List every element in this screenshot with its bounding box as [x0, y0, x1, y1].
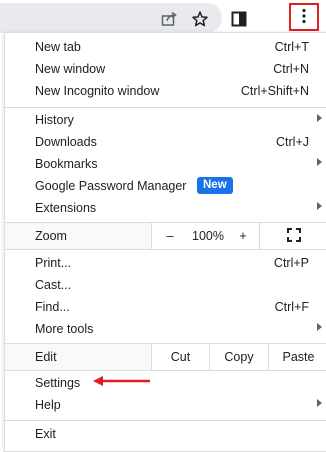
menu-item-label: New tab	[35, 40, 81, 54]
submenu-arrow-icon	[317, 399, 322, 407]
submenu-arrow-icon	[317, 158, 322, 166]
new-badge: New	[197, 177, 233, 194]
menu-item-label: Settings	[35, 376, 81, 390]
zoom-level: 100%	[188, 223, 228, 249]
separator	[5, 370, 326, 371]
menu-item-label: More tools	[35, 322, 94, 336]
menu-item-label: Find...	[35, 300, 70, 314]
menu-item-label: Extensions	[35, 201, 97, 215]
fullscreen-icon	[287, 227, 301, 245]
cut-label: Cut	[170, 350, 191, 364]
separator	[5, 107, 326, 108]
cut-button[interactable]: Cut	[151, 344, 209, 370]
menu-item-label: New Incognito window	[35, 84, 160, 98]
paste-button[interactable]: Paste	[268, 344, 326, 370]
menu-item-bookmarks[interactable]: Bookmarks	[5, 153, 326, 175]
menu-item-label: Cast...	[35, 278, 72, 292]
menu-item-shortcut: Ctrl+N	[273, 62, 309, 76]
submenu-arrow-icon	[317, 323, 322, 331]
menu-item-shortcut: Ctrl+F	[274, 300, 309, 314]
zoom-level-value: 100%	[192, 229, 224, 243]
zoom-label: Zoom	[35, 229, 67, 243]
menu-item-extensions[interactable]: Extensions	[5, 197, 326, 219]
separator	[5, 420, 326, 421]
menu-item-label: Help	[35, 398, 61, 412]
three-dots-menu-icon	[301, 8, 307, 27]
menu-item-google-password-manager[interactable]: Google Password Manager New	[5, 175, 326, 197]
menu-item-shortcut: Ctrl+P	[273, 256, 309, 270]
share-icon[interactable]	[158, 8, 180, 30]
fullscreen-button[interactable]	[259, 223, 326, 249]
menu-item-history[interactable]: History	[5, 109, 326, 131]
menu-item-label: Google Password Manager	[35, 179, 187, 193]
menu-item-label: Downloads	[35, 135, 97, 149]
menu-item-shortcut: Ctrl+J	[276, 135, 309, 149]
chrome-main-menu: New tab Ctrl+T New window Ctrl+N New Inc…	[4, 32, 326, 452]
menu-item-label: Bookmarks	[35, 157, 98, 171]
browser-toolbar	[0, 0, 326, 36]
menu-item-shortcut: Ctrl+Shift+N	[240, 84, 309, 98]
submenu-arrow-icon	[317, 202, 322, 210]
menu-item-new-incognito-window[interactable]: New Incognito window Ctrl+Shift+N	[5, 80, 326, 102]
zoom-out-label: –	[166, 229, 174, 243]
menu-item-new-window[interactable]: New window Ctrl+N	[5, 58, 326, 80]
menu-item-more-tools[interactable]: More tools	[5, 318, 326, 340]
menu-item-find[interactable]: Find... Ctrl+F	[5, 296, 326, 318]
copy-label: Copy	[224, 350, 254, 364]
menu-item-label: Print...	[35, 256, 72, 270]
menu-item-settings[interactable]: Settings	[5, 372, 326, 394]
menu-item-help[interactable]: Help	[5, 394, 326, 416]
edit-row: Edit Cut Copy Paste	[5, 344, 326, 370]
side-panel-icon[interactable]	[228, 8, 250, 30]
menu-item-print[interactable]: Print... Ctrl+P	[5, 252, 326, 274]
separator	[5, 249, 326, 250]
copy-button[interactable]: Copy	[209, 344, 268, 370]
menu-item-downloads[interactable]: Downloads Ctrl+J	[5, 131, 326, 153]
star-icon[interactable]	[189, 8, 211, 30]
menu-item-label: History	[35, 113, 74, 127]
submenu-arrow-icon	[317, 114, 322, 122]
edit-label: Edit	[35, 350, 57, 364]
three-dots-menu-button[interactable]	[289, 3, 319, 31]
menu-item-new-tab[interactable]: New tab Ctrl+T	[5, 36, 326, 58]
zoom-in-button[interactable]: +	[228, 223, 258, 249]
menu-item-label: New window	[35, 62, 106, 76]
menu-item-shortcut: Ctrl+T	[274, 40, 309, 54]
zoom-in-label: +	[239, 229, 247, 243]
menu-item-cast[interactable]: Cast...	[5, 274, 326, 296]
paste-label: Paste	[282, 350, 315, 364]
menu-item-label: Exit	[35, 427, 56, 441]
menu-item-exit[interactable]: Exit	[5, 423, 326, 445]
zoom-out-button[interactable]: –	[151, 223, 188, 249]
red-arrow-annotation-icon	[93, 376, 150, 386]
zoom-row: Zoom – 100% +	[5, 223, 326, 249]
